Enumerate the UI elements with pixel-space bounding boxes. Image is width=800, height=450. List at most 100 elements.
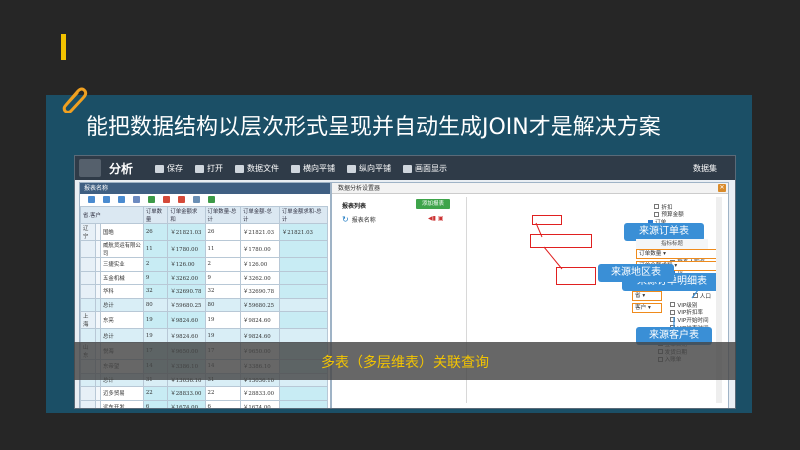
cell-order-qty: 19 [142, 311, 169, 330]
cell-order-qty: 19 [142, 328, 169, 343]
cell-amt-sum-total [278, 240, 329, 258]
checkbox-icon[interactable] [654, 211, 660, 217]
cell-order-qty: 80 [142, 297, 169, 313]
save-icon [155, 164, 164, 173]
config-panel-title: 数据分析设置器 [332, 183, 728, 194]
report-item-actions[interactable]: ◀▮ ▣ [428, 215, 444, 222]
grid-icon[interactable] [133, 196, 140, 203]
cell-province [80, 328, 97, 343]
cell-amt-sum-total [278, 311, 329, 330]
redo-icon[interactable] [118, 196, 125, 203]
add-report-button[interactable]: 添加报表 [416, 199, 450, 209]
report-list-title: 报表列表 [342, 203, 367, 210]
excel-icon[interactable] [148, 196, 155, 203]
checkbox-icon[interactable] [654, 204, 660, 210]
table-row: 上海 东亮 19 ￥9824.60 19 ￥9824.60 [80, 311, 329, 330]
toolbar-save-button[interactable]: 保存 [155, 163, 183, 174]
toolbar-display-button[interactable]: 画面显示 [403, 163, 447, 174]
checkbox-icon[interactable] [670, 317, 676, 323]
app-logo-icon [79, 159, 101, 177]
toolbar-label: 横向平铺 [303, 164, 335, 173]
cell-amt-sum-total [278, 284, 329, 299]
checkbox-icon[interactable] [670, 302, 676, 308]
toolbar-label: 画面显示 [415, 164, 447, 173]
cell-amt-total: ￥9824.60 [240, 328, 280, 343]
title-band: 能把数据结构以层次形式呈现并自动生成JOIN才是解决方案 [46, 95, 752, 151]
toolbar-label: 保存 [167, 164, 183, 173]
col-header: 订单金额求和-总计 [278, 206, 329, 224]
cell-customer: 国皓 [100, 223, 144, 241]
cell-amt-sum-total [278, 399, 329, 408]
paperclip-icon [62, 87, 88, 113]
cell-amt-sum-total [278, 386, 329, 401]
toolbar-datafile-button[interactable]: 数据文件 [235, 163, 279, 174]
cell-order-amt: ￥32690.78 [167, 284, 206, 299]
cell-customer: 远东开发 [100, 399, 144, 408]
cell-customer: 东亮 [100, 311, 144, 330]
toolbar-vertical-button[interactable]: 纵向平铺 [347, 163, 391, 174]
table-header-row: 省.客户 订单数量 订单金额求和 订单数量-总计 订单金额-总计 订单金额求和-… [80, 206, 329, 224]
cell-qty-total: 80 [204, 297, 242, 313]
toolbar-label: 打开 [207, 164, 223, 173]
cell-customer: 迈多贸易 [100, 386, 144, 401]
cell-customer: 威航货运有限公司 [100, 240, 144, 258]
pdf-icon[interactable] [163, 196, 170, 203]
cell-order-amt: ￥28833.00 [167, 386, 206, 401]
cell-order-amt: ￥1780.00 [167, 240, 206, 258]
toolbar-horizontal-button[interactable]: 横向平铺 [291, 163, 335, 174]
toolbar-items: 保存 打开 数据文件 横向平铺 纵向平铺 画面显示 [155, 163, 447, 174]
report-icon-row [80, 194, 330, 206]
undo-icon[interactable] [103, 196, 110, 203]
toolbar-open-button[interactable]: 打开 [195, 163, 223, 174]
cell-order-amt: ￥59680.25 [167, 297, 206, 313]
slide-title: 能把数据结构以层次形式呈现并自动生成JOIN才是解决方案 [86, 115, 661, 140]
caption-bar: 多表（多层维表）关联查询 [74, 342, 736, 380]
cell-province [80, 399, 97, 408]
cell-province [80, 257, 97, 272]
cell-qty-total: 2 [204, 257, 242, 272]
toolbar-dataset-button[interactable]: 数据集 [693, 163, 717, 174]
file-icon [235, 164, 244, 173]
tree-highlight-order [532, 215, 562, 225]
col-header: 订单金额求和 [167, 206, 206, 224]
display-icon [403, 164, 412, 173]
cell-order-qty: 32 [142, 284, 169, 299]
cell-order-amt: ￥9824.60 [167, 311, 206, 330]
cell-qty-total: 9 [204, 270, 242, 286]
print-icon[interactable] [193, 196, 200, 203]
tree-node[interactable]: 人口 [692, 292, 711, 300]
cell-qty-total: 6 [204, 399, 242, 408]
cell-amt-sum-total [278, 328, 329, 343]
cell-province [80, 386, 97, 401]
checkbox-icon[interactable] [670, 309, 676, 315]
cell-order-qty: 26 [142, 223, 169, 241]
cell-customer: 华科 [100, 284, 144, 299]
field-cust[interactable]: 客户 ▾ [632, 303, 662, 313]
field-order-qty[interactable]: 订单数量 ▾ [636, 249, 722, 259]
cell-amt-total: ￥59680.25 [240, 297, 280, 313]
vertical-icon [347, 164, 356, 173]
toolbar-label: 数据文件 [247, 164, 279, 173]
cell-qty-total: 11 [204, 240, 242, 258]
callout-region-table: 来源地区表 [598, 264, 674, 282]
checkbox-icon[interactable] [692, 293, 698, 299]
report-list-item-label: 报表名称 [351, 217, 376, 224]
cell-province: 上海 [80, 311, 97, 330]
cell-order-amt: ￥3262.00 [167, 270, 206, 286]
report-table-body: 辽宁 国皓 26 ￥21821.03 26 ￥21821.03 ￥21821.03 威航货运有… [80, 223, 329, 408]
refresh-icon[interactable] [88, 196, 95, 203]
download-icon[interactable] [208, 196, 215, 203]
close-icon[interactable]: ✕ [718, 184, 726, 192]
col-header: 订单金额-总计 [240, 206, 280, 224]
table-row: 华科 32 ￥32690.78 32 ￥32690.78 [80, 284, 329, 299]
table-row: 威航货运有限公司 11 ￥1780.00 11 ￥1780.00 [80, 240, 329, 258]
tree-node-label: 人口 [699, 293, 711, 300]
cell-amt-total: ￥21821.03 [240, 223, 280, 241]
field-prov[interactable]: 省 ▾ [632, 291, 662, 301]
report-list-item[interactable]: ↻ 报表名称 [342, 215, 376, 224]
cell-amt-total: ￥32690.78 [240, 284, 280, 299]
cell-qty-total: 32 [204, 284, 242, 299]
table-row: 迈多贸易 22 ￥28833.00 22 ￥28833.00 [80, 386, 329, 401]
cell-qty-total: 22 [204, 386, 242, 401]
pdf-export-icon[interactable] [178, 196, 185, 203]
